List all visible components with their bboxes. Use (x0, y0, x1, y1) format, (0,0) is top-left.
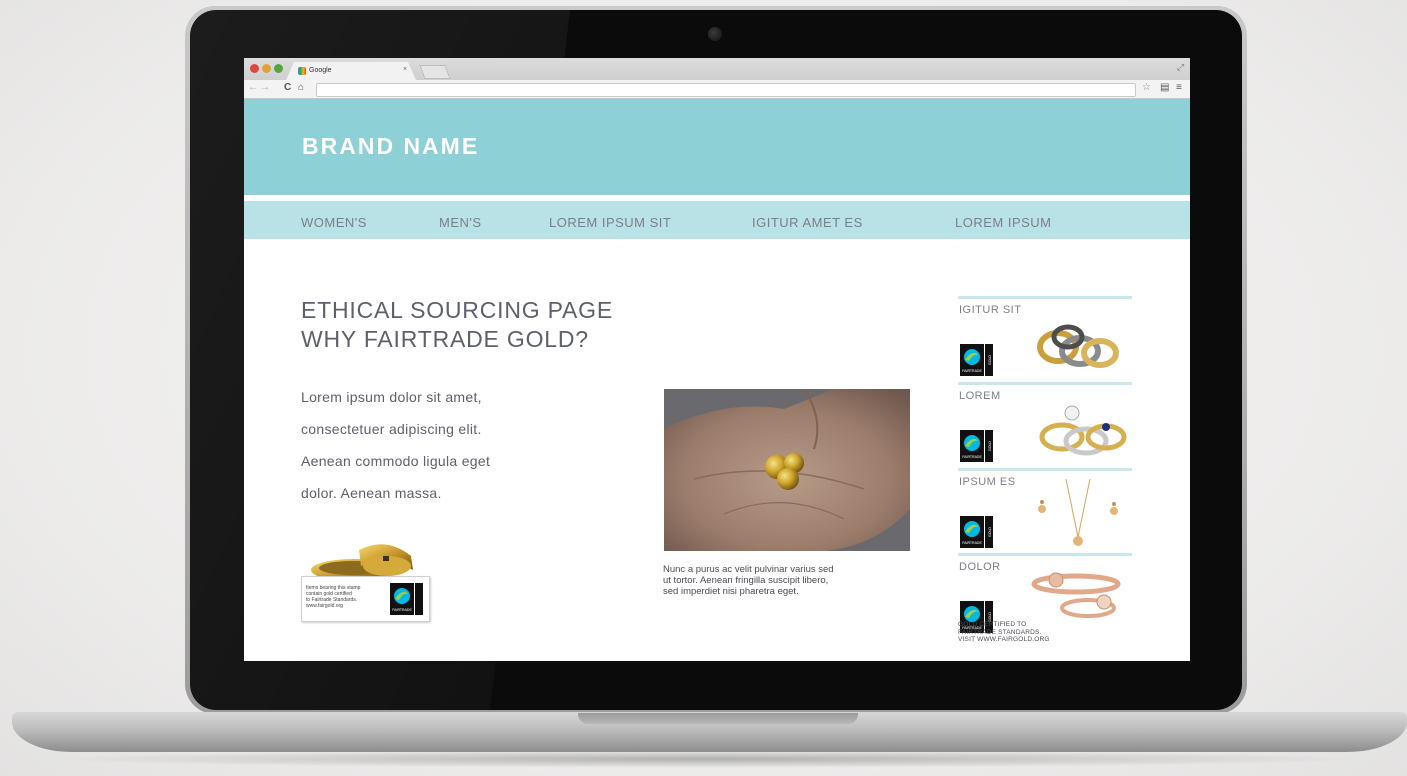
fairtrade-mark-icon: FAIRTRADE GOLD (960, 430, 993, 462)
nav-item-lorem-ipsum[interactable]: LOREM IPSUM (955, 215, 1052, 230)
sidebar-item-label: LOREM (959, 390, 1001, 402)
svg-text:FAIRTRADE: FAIRTRADE (962, 455, 982, 459)
fairtrade-stamp-card: Items bearing this stamp contain gold ce… (301, 576, 430, 622)
stamp-text: Items bearing this stamp contain gold ce… (306, 585, 361, 609)
sidebar-item-label: IGITUR SIT (959, 304, 1022, 316)
sidebar-item-igitur-sit[interactable]: IGITUR SIT FAIRTRADE GOLD (958, 296, 1132, 383)
page-icon[interactable]: ▤ (1160, 82, 1169, 93)
browser-toolbar: ← → C ⌂ ☆ ▤ ≡ (244, 80, 1190, 99)
nav-item-womens[interactable]: WOMEN'S (301, 215, 367, 230)
webcam-icon (708, 27, 722, 41)
fairtrade-mark-icon: FAIRTRADE GOLD (960, 516, 993, 548)
certification-footnote: GOLD CERTIFIED TO FAIRTRADE STANDARDS. V… (958, 621, 1050, 643)
sidebar-item-label: DOLOR (959, 561, 1001, 573)
forward-button[interactable]: → (260, 82, 270, 93)
new-tab-button[interactable] (419, 65, 451, 79)
svg-text:FAIRTRADE: FAIRTRADE (962, 541, 982, 545)
intro-text: Lorem ipsum dolor sit amet, consectetuer… (301, 389, 491, 501)
diamond-rings-icon (1039, 405, 1127, 456)
page-title: ETHICAL SOURCING PAGE WHY FAIRTRADE GOLD… (301, 297, 614, 352)
back-button[interactable]: ← (248, 82, 258, 93)
brand-logo[interactable]: BRAND NAME (302, 133, 479, 160)
svg-text:FAIRTRADE: FAIRTRADE (962, 369, 982, 373)
laptop-notch (578, 713, 858, 724)
sidebar-item-lorem[interactable]: LOREM FAIRTRADE GOLD (958, 382, 1132, 469)
photo-caption: Nunc a purus ac velit pulvinar varius se… (663, 564, 834, 597)
browser-tab-strip: Google × ⤢ (244, 58, 1190, 80)
laptop-screen: Google × ⤢ ← → C ⌂ ☆ ▤ ≡ BRAND NAME WOME… (244, 58, 1190, 661)
main-nav: WOMEN'S MEN'S LOREM IPSUM SIT IGITUR AME… (244, 201, 1190, 239)
nav-item-lorem-ipsum-sit[interactable]: LOREM IPSUM SIT (549, 215, 671, 230)
nav-item-mens[interactable]: MEN'S (439, 215, 482, 230)
menu-icon[interactable]: ≡ (1176, 82, 1182, 93)
google-favicon-icon (298, 67, 306, 75)
gold-rings-icon (1037, 324, 1119, 368)
bookmark-star-icon[interactable]: ☆ (1142, 82, 1151, 93)
home-button[interactable]: ⌂ (298, 82, 304, 93)
laptop-shadow (40, 750, 1370, 768)
reload-button[interactable]: C (284, 82, 291, 93)
address-bar[interactable] (316, 83, 1136, 97)
zoom-window-button[interactable] (274, 64, 283, 73)
necklace-earrings-icon (1038, 479, 1118, 546)
sidebar-item-ipsum-es[interactable]: IPSUM ES FAIRTRADE GOLD (958, 468, 1132, 555)
tab-close-icon[interactable]: × (403, 66, 407, 73)
minimize-window-button[interactable] (262, 64, 271, 73)
svg-text:FAIRTRADE: FAIRTRADE (392, 608, 412, 612)
fullscreen-icon[interactable]: ⤢ (1177, 62, 1184, 73)
svg-text:GOLD: GOLD (988, 527, 992, 537)
browser-tab[interactable]: Google × (286, 62, 416, 80)
tab-title: Google (309, 67, 332, 74)
svg-text:GOLD: GOLD (988, 355, 992, 365)
site-header: BRAND NAME (244, 99, 1190, 195)
close-window-button[interactable] (250, 64, 259, 73)
sidebar-item-label: IPSUM ES (959, 476, 1016, 488)
fairtrade-mark-icon: FAIRTRADE (390, 583, 423, 615)
fairtrade-mark-icon: FAIRTRADE GOLD (960, 344, 993, 376)
nav-item-igitur-amet-es[interactable]: IGITUR AMET ES (752, 215, 863, 230)
svg-text:GOLD: GOLD (988, 441, 992, 451)
fairtrade-ring-image: Items bearing this stamp contain gold ce… (301, 528, 431, 623)
gold-nuggets-photo (664, 389, 910, 551)
